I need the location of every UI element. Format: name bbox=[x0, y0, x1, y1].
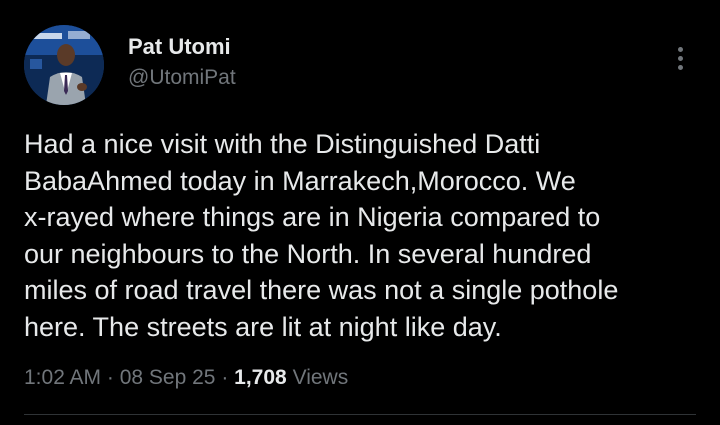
tweet-text-line: Had a nice visit with the Distinguished … bbox=[24, 129, 541, 159]
tweet-text-line: x-rayed where things are in Nigeria comp… bbox=[24, 202, 601, 232]
avatar-photo bbox=[24, 25, 104, 105]
tweet-card: Pat Utomi @UtomiPat Had a nice visit wit… bbox=[0, 0, 720, 425]
tweet-time[interactable]: 1:02 AM bbox=[24, 366, 101, 389]
author-handle[interactable]: @UtomiPat bbox=[128, 66, 236, 90]
avatar[interactable] bbox=[24, 25, 104, 105]
divider bbox=[24, 414, 696, 415]
views-count[interactable]: 1,708 bbox=[234, 366, 287, 389]
tweet-meta: 1:02 AM · 08 Sep 25 · 1,708 Views bbox=[24, 366, 348, 390]
more-vertical-icon bbox=[677, 64, 683, 70]
tweet-text-line: here. The streets are lit at night like … bbox=[24, 311, 502, 342]
meta-separator: · bbox=[101, 366, 120, 389]
views-label: Views bbox=[286, 366, 349, 389]
more-options-button[interactable] bbox=[668, 42, 692, 74]
tweet-text-line: BabaAhmed today in Marrakech,Morocco. We bbox=[24, 165, 576, 196]
tweet-date[interactable]: 08 Sep 25 bbox=[120, 366, 216, 389]
tweet-text-line: miles of road travel there was not a sin… bbox=[24, 275, 619, 305]
more-vertical-icon bbox=[677, 55, 683, 61]
more-vertical-icon bbox=[677, 46, 683, 52]
author-name[interactable]: Pat Utomi bbox=[128, 34, 231, 60]
tweet-text-line: our neighbours to the North. In several … bbox=[24, 238, 592, 269]
meta-separator: · bbox=[215, 366, 235, 389]
tweet-text: Had a nice visit with the Distinguished … bbox=[24, 126, 704, 345]
